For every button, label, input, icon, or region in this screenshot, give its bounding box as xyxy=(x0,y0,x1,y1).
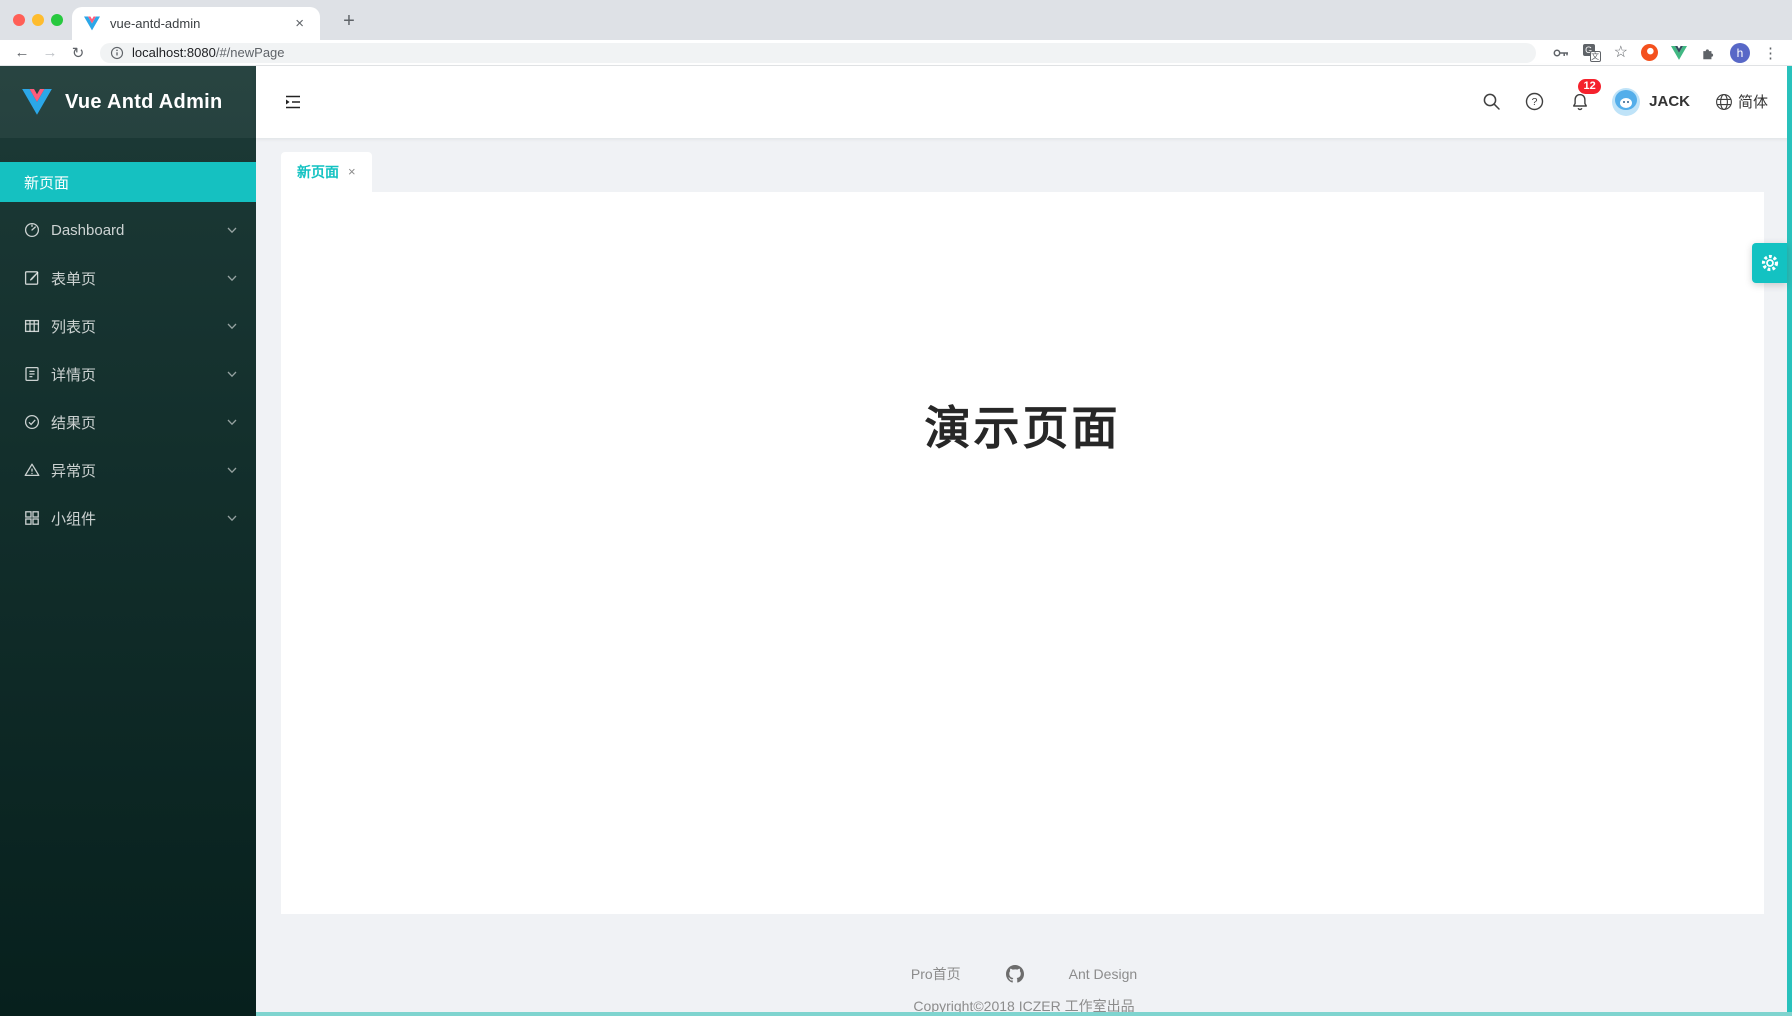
sidebar-item-label: Dashboard xyxy=(51,222,124,239)
table-icon xyxy=(24,318,40,334)
profile-icon xyxy=(24,366,40,382)
toolbar-extensions: G 文 ☆ h ⋮ xyxy=(1552,43,1778,63)
page-tab-new-page[interactable]: 新页面 × xyxy=(281,152,372,192)
language-label: 简体 xyxy=(1738,91,1768,112)
user-name[interactable]: JACK xyxy=(1649,93,1690,110)
warning-icon xyxy=(24,462,40,478)
github-icon[interactable] xyxy=(1006,965,1024,983)
page-tab-close-icon[interactable]: × xyxy=(348,164,356,179)
sidebar-item-label: 小组件 xyxy=(51,508,96,529)
theme-settings-button[interactable] xyxy=(1752,243,1787,283)
page-info-icon[interactable] xyxy=(110,46,124,60)
password-key-icon[interactable] xyxy=(1552,44,1570,62)
sidebar-item-widgets[interactable]: 小组件 xyxy=(0,498,256,538)
url-text: localhost:8080/#/newPage xyxy=(132,45,285,60)
sidebar-item-label: 结果页 xyxy=(51,412,96,433)
forward-button[interactable]: → xyxy=(36,44,64,61)
chevron-down-icon xyxy=(226,416,238,428)
browser-tab[interactable]: vue-antd-admin × xyxy=(72,7,320,40)
app-window: Vue Antd Admin 新页面 Dashboard xyxy=(0,66,1792,1016)
main-area: ? 12 JACK xyxy=(256,66,1792,1016)
translate-icon[interactable]: G 文 xyxy=(1583,44,1601,62)
sidebar-item-label: 表单页 xyxy=(51,268,96,289)
chevron-down-icon xyxy=(226,320,238,332)
sidebar-item-exceptions[interactable]: 异常页 xyxy=(0,450,256,490)
extensions-puzzle-icon[interactable] xyxy=(1700,44,1717,61)
chevron-down-icon xyxy=(226,464,238,476)
vue-devtools-icon[interactable] xyxy=(1671,46,1687,60)
user-avatar[interactable] xyxy=(1612,88,1640,116)
back-button[interactable]: ← xyxy=(8,44,36,61)
extension-orange-icon[interactable] xyxy=(1641,44,1658,61)
sidebar-item-label: 新页面 xyxy=(24,172,69,193)
dashboard-icon xyxy=(24,222,40,238)
chevron-down-icon xyxy=(226,272,238,284)
vue-logo-icon xyxy=(22,89,52,115)
browser-profile-avatar[interactable]: h xyxy=(1730,43,1750,63)
window-minimize-button[interactable] xyxy=(32,14,44,26)
app-title: Vue Antd Admin xyxy=(65,91,223,114)
search-icon[interactable] xyxy=(1482,92,1501,111)
reload-button[interactable]: ↻ xyxy=(64,44,92,62)
bell-icon xyxy=(1570,92,1590,112)
content-panel: 演示页面 xyxy=(281,192,1764,914)
notifications-button[interactable]: 12 xyxy=(1570,92,1590,112)
form-icon xyxy=(24,270,40,286)
language-switcher[interactable]: 简体 xyxy=(1715,91,1768,112)
vertical-scrollbar[interactable] xyxy=(1787,66,1792,1016)
chevron-down-icon xyxy=(226,224,238,236)
page-tab-label: 新页面 xyxy=(297,162,339,182)
new-tab-button[interactable]: + xyxy=(334,7,364,35)
svg-text:?: ? xyxy=(1532,97,1538,109)
check-circle-icon xyxy=(24,414,40,430)
horizontal-scrollbar[interactable] xyxy=(256,1012,1792,1016)
app-header: ? 12 JACK xyxy=(256,66,1792,138)
sidebar-item-new-page[interactable]: 新页面 xyxy=(0,162,256,202)
sidebar-item-lists[interactable]: 列表页 xyxy=(0,306,256,346)
bookmark-star-icon[interactable]: ☆ xyxy=(1614,45,1628,61)
sidebar-item-label: 详情页 xyxy=(51,364,96,385)
browser-menu-icon[interactable]: ⋮ xyxy=(1763,44,1778,62)
window-close-button[interactable] xyxy=(13,14,25,26)
url-host: localhost:8080 xyxy=(132,45,216,60)
url-path: /#/newPage xyxy=(216,45,285,60)
chevron-down-icon xyxy=(226,512,238,524)
sidebar: Vue Antd Admin 新页面 Dashboard xyxy=(0,66,256,1016)
notification-badge: 12 xyxy=(1577,78,1602,95)
window-controls xyxy=(13,14,63,26)
browser-tab-title: vue-antd-admin xyxy=(110,16,291,31)
sidebar-item-forms[interactable]: 表单页 xyxy=(0,258,256,298)
globe-icon xyxy=(1715,93,1733,111)
sidebar-item-details[interactable]: 详情页 xyxy=(0,354,256,394)
address-bar[interactable]: localhost:8080/#/newPage xyxy=(100,43,1536,63)
vue-favicon-icon xyxy=(84,16,100,31)
footer-link-ant-design[interactable]: Ant Design xyxy=(1069,966,1137,982)
chevron-down-icon xyxy=(226,368,238,380)
footer-links: Pro首页 Ant Design xyxy=(256,964,1792,984)
help-icon[interactable]: ? xyxy=(1525,92,1544,111)
sidebar-item-results[interactable]: 结果页 xyxy=(0,402,256,442)
gear-icon xyxy=(1759,252,1781,274)
footer-link-pro-home[interactable]: Pro首页 xyxy=(911,964,961,984)
page-tabs-bar: 新页面 × xyxy=(281,152,1792,192)
app-logo[interactable]: Vue Antd Admin xyxy=(0,66,256,138)
sidebar-item-label: 列表页 xyxy=(51,316,96,337)
sidebar-item-label: 异常页 xyxy=(51,460,96,481)
window-zoom-button[interactable] xyxy=(51,14,63,26)
browser-toolbar: ← → ↻ localhost:8080/#/newPage G 文 ☆ h ⋮ xyxy=(0,40,1792,66)
menu-fold-icon[interactable] xyxy=(283,92,303,112)
browser-tabstrip: vue-antd-admin × + xyxy=(0,0,1792,40)
page-title: 演示页面 xyxy=(281,192,1764,458)
sidebar-menu: 新页面 Dashboard 表单页 xyxy=(0,138,256,538)
tab-close-icon[interactable]: × xyxy=(291,14,308,33)
appstore-icon xyxy=(24,510,40,526)
header-actions: ? 12 JACK xyxy=(1482,88,1768,116)
sidebar-item-dashboard[interactable]: Dashboard xyxy=(0,210,256,250)
